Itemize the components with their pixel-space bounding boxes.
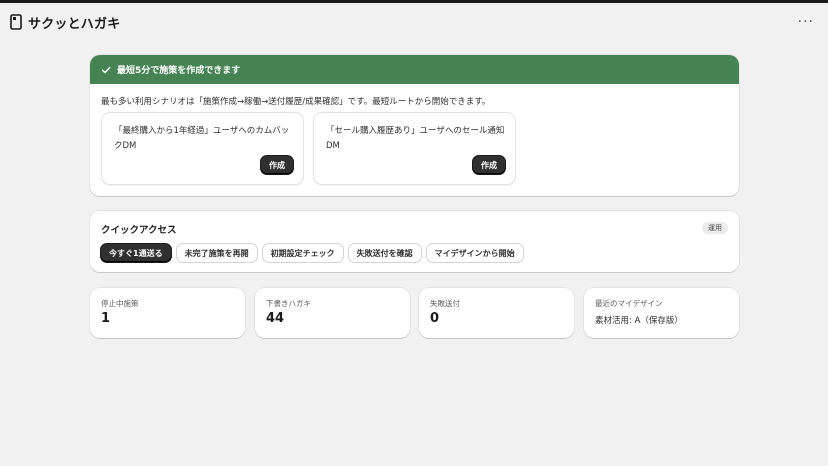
banner-heading: 最短5分で施策を作成できます xyxy=(117,66,241,76)
stat-value: 44 xyxy=(266,311,285,326)
create-button[interactable]: 作成 xyxy=(473,156,505,174)
stat-card-failed-sends[interactable]: 失敗送付 0 xyxy=(419,288,574,338)
stat-value: 1 xyxy=(101,311,111,326)
stat-label: 停止中施策 xyxy=(101,299,139,308)
operation-badge: 運用 xyxy=(702,222,728,234)
stat-card-paused-campaigns[interactable]: 停止中施策 1 xyxy=(90,288,245,338)
start-from-my-design-button[interactable]: マイデザインから開始 xyxy=(426,244,523,262)
stat-value: 0 xyxy=(430,311,440,326)
resume-incomplete-button[interactable]: 未完了施策を再開 xyxy=(176,244,257,262)
app-title-group: サクッとハガキ xyxy=(10,13,120,32)
stat-label: 最近のマイデザイン xyxy=(595,299,663,308)
onboarding-banner-card: 最短5分で施策を作成できます 最も多い利用シナリオは「施策作成→稼働→送付履歴/… xyxy=(90,55,739,196)
app-title: サクッとハガキ xyxy=(28,16,121,32)
initial-settings-check-button[interactable]: 初期設定チェック xyxy=(262,244,343,262)
check-failed-sends-button[interactable]: 失敗送付を確認 xyxy=(348,244,421,262)
create-button[interactable]: 作成 xyxy=(261,156,293,174)
stat-value: 素材活用: A（保存版） xyxy=(595,316,683,326)
scenario-card-sale-notice: 「セール購入履歴あり」ユーザへのセール通知DM 作成 xyxy=(313,112,516,185)
stat-card-recent-design[interactable]: 最近のマイデザイン 素材活用: A（保存版） xyxy=(584,288,739,338)
quick-access-buttons: 今すぐ1通送る 未完了施策を再開 初期設定チェック 失敗送付を確認 マイデザイン… xyxy=(101,244,523,262)
app-header: サクッとハガキ ··· xyxy=(0,3,828,41)
scenario-card-comeback: 「最終購入から1年経過」ユーザへのカムバックDM 作成 xyxy=(101,112,304,185)
stat-card-draft-postcards[interactable]: 下書きハガキ 44 xyxy=(255,288,410,338)
quick-access-card: クイックアクセス 運用 今すぐ1通送る 未完了施策を再開 初期設定チェック 失敗… xyxy=(90,211,739,272)
checkmark-icon xyxy=(101,66,111,73)
banner-description: 最も多い利用シナリオは「施策作成→稼働→送付履歴/成果確認」です。最短ルートから… xyxy=(101,97,491,107)
stat-label: 失敗送付 xyxy=(430,299,460,308)
banner-header: 最短5分で施策を作成できます xyxy=(90,55,739,84)
send-one-now-button[interactable]: 今すぐ1通送る xyxy=(101,244,171,262)
scenario-text: 「セール購入履歴あり」ユーザへのセール通知DM xyxy=(326,126,505,151)
more-options-icon[interactable]: ··· xyxy=(794,12,818,32)
quick-access-title: クイックアクセス xyxy=(101,225,177,236)
stat-label: 下書きハガキ xyxy=(266,299,311,308)
scenario-text: 「最終購入から1年経過」ユーザへのカムバックDM xyxy=(114,126,290,151)
postcard-icon xyxy=(10,14,22,30)
